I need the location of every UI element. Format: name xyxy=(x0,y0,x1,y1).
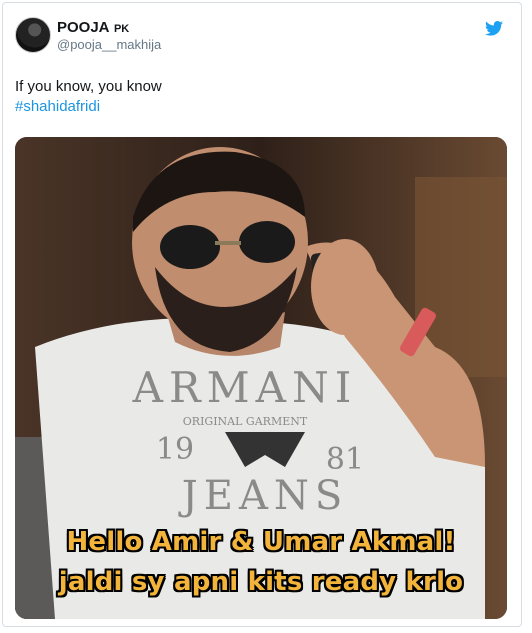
tweet-card[interactable]: POOJA PK @pooja__makhija If you know, yo… xyxy=(2,2,522,627)
hashtag-link[interactable]: #shahidafridi xyxy=(15,97,162,117)
shirt-print-bottom: JEANS xyxy=(178,473,349,519)
avatar[interactable] xyxy=(15,17,51,53)
shirt-year-right: 81 xyxy=(326,442,364,477)
meme-caption-line1: Hello Amir & Umar Akmal! xyxy=(66,527,456,557)
shirt-year-left: 19 xyxy=(156,432,194,467)
display-name[interactable]: POOJA xyxy=(57,19,110,36)
user-handle[interactable]: @pooja__makhija xyxy=(57,37,161,53)
shirt-print-top: ARMANI xyxy=(132,363,358,412)
tweet-media-image[interactable]: ARMANI ORIGINAL GARMENT 19 81 JEANS Hell… xyxy=(15,137,507,619)
tweet-text-line: If you know, you know xyxy=(15,78,162,95)
twitter-bird-icon[interactable] xyxy=(485,21,503,36)
name-suffix: PK xyxy=(113,22,130,35)
meme-caption-line2: jaldi sy apni kits ready krlo xyxy=(58,567,464,597)
shirt-print-mid: ORIGINAL GARMENT xyxy=(183,415,308,428)
author-names: POOJA PK @pooja__makhija xyxy=(57,18,161,53)
tweet-text: If you know, you know #shahidafridi xyxy=(15,77,162,117)
tweet-header: POOJA PK @pooja__makhija xyxy=(15,17,161,53)
